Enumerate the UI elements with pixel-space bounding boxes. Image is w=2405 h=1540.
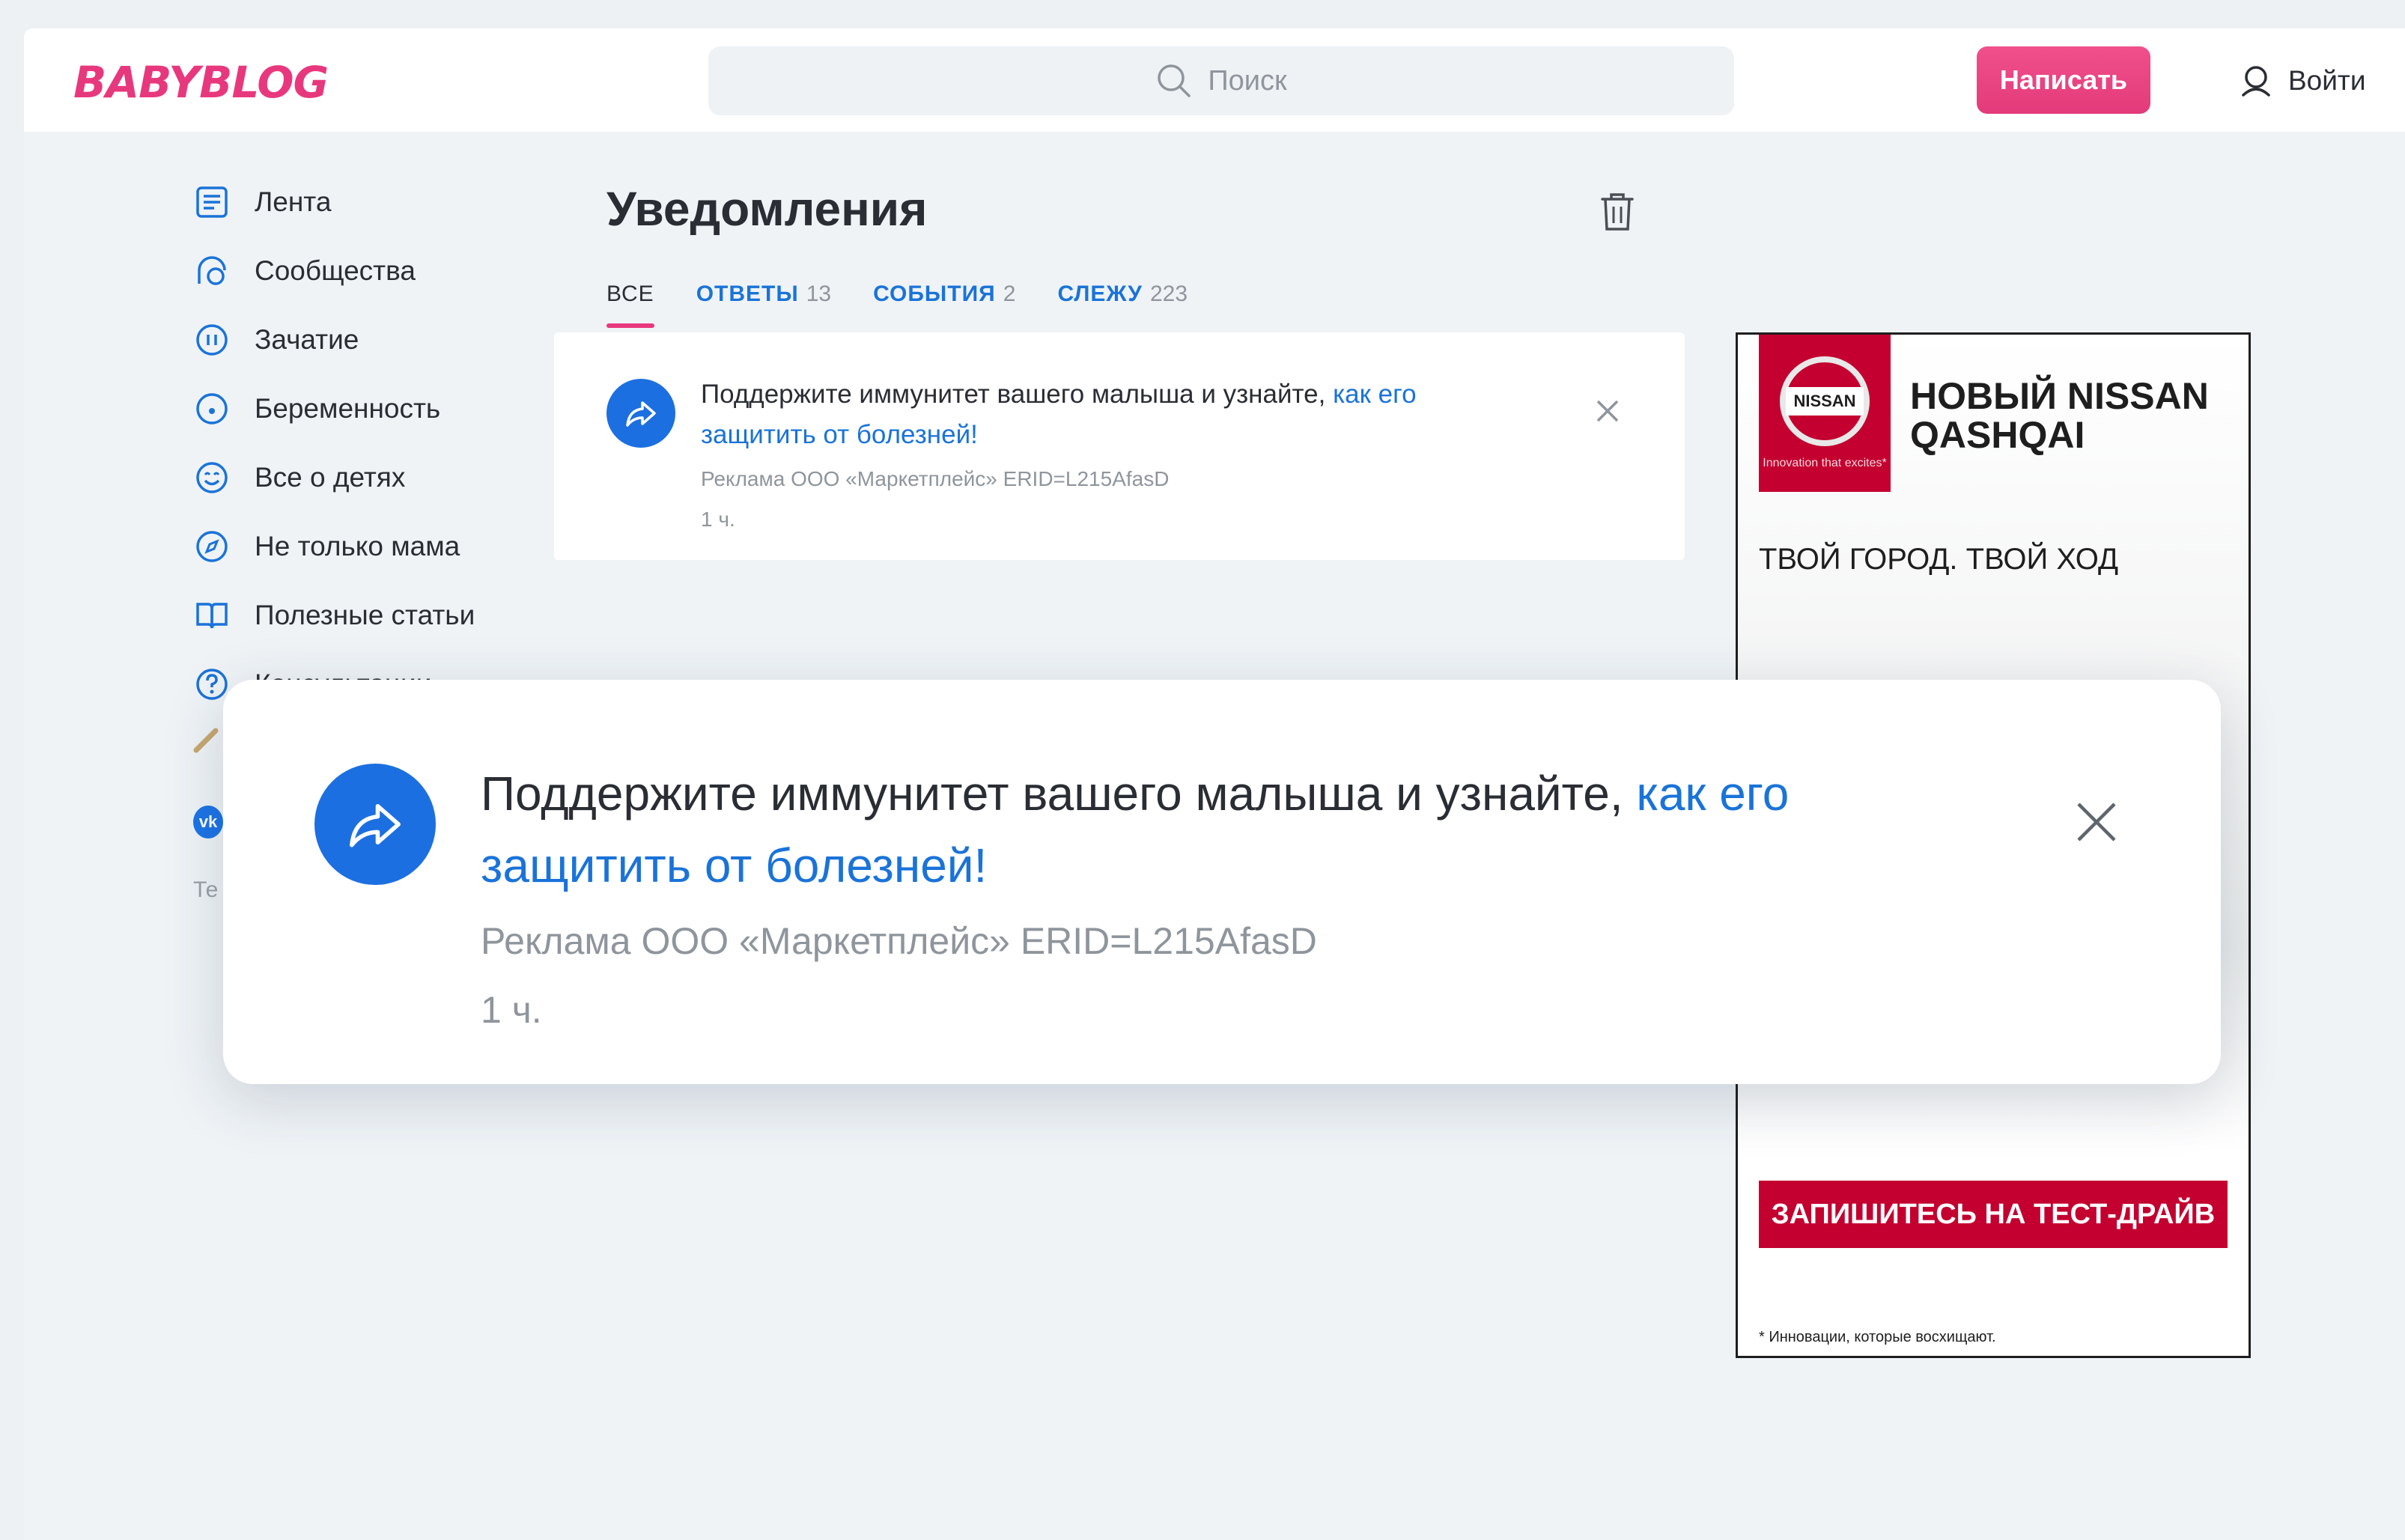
ad-slogan: ТВОЙ ГОРОД. ТВОЙ ХОД (1759, 543, 2119, 576)
sidebar-item-communities[interactable]: Сообщества (193, 237, 475, 305)
sidebar-item-pregnancy[interactable]: Беременность (193, 374, 475, 443)
pregnancy-icon (193, 390, 231, 427)
sidebar-item-label: Все о детях (255, 462, 406, 493)
sidebar-item-kids[interactable]: Все о детях (193, 443, 475, 512)
notification-time: 1 ч. (481, 989, 542, 1031)
sidebar-item-label: Зачатие (255, 324, 359, 355)
book-icon (193, 597, 231, 634)
login-label: Войти (2288, 65, 2366, 96)
close-icon[interactable] (2076, 801, 2117, 847)
notification-text: Поддержите иммунитет вашего малыша и узн… (481, 758, 1978, 901)
sidebar-item-label: Не только мама (255, 531, 460, 561)
notification-text: Поддержите иммунитет вашего малыша и узн… (701, 374, 1524, 455)
tab-following[interactable]: СЛЕЖУ 223 (1057, 281, 1188, 328)
notification-popup[interactable]: Поддержите иммунитет вашего малыша и узн… (223, 680, 2221, 1084)
sidebar-item-feed[interactable]: Лента (193, 168, 475, 237)
sidebar-item-label: Лента (255, 186, 332, 217)
conception-icon (193, 321, 231, 359)
notification-meta: Реклама ООО «Маркетплейс» ERID=L215AfasD (701, 467, 1170, 490)
sidebar-item-conception[interactable]: Зачатие (193, 305, 475, 374)
notification-message: Поддержите иммунитет вашего малыша и узн… (481, 767, 1637, 821)
brand-tagline: Innovation that excites* (1763, 457, 1887, 469)
sidebar-item-not-only-mom[interactable]: Не только мама (193, 512, 475, 581)
search-input[interactable]: Поиск (708, 46, 1734, 115)
tab-label: СОБЫТИЯ (873, 281, 996, 306)
top-header: BABYBLOG Поиск Написать Войти (24, 28, 2405, 132)
tab-label: ОТВЕТЫ (696, 281, 799, 306)
tab-count: 223 (1149, 281, 1188, 306)
notification-item[interactable]: Поддержите иммунитет вашего малыша и узн… (554, 332, 1685, 560)
tab-all[interactable]: ВСЕ (606, 281, 654, 328)
communities-icon (193, 252, 231, 290)
tab-label: СЛЕЖУ (1057, 281, 1143, 306)
test-drive-button[interactable]: ЗАПИШИТЕСЬ НА ТЕСТ-ДРАЙВ (1759, 1181, 2228, 1248)
tab-replies[interactable]: ОТВЕТЫ 13 (696, 281, 831, 328)
sidebar-item-label: Сообщества (255, 255, 416, 286)
feed-icon (193, 183, 231, 221)
nissan-badge: NISSAN (1780, 356, 1870, 446)
login-link[interactable]: Войти (2237, 58, 2366, 103)
close-icon[interactable] (1595, 398, 1620, 427)
notification-message: Поддержите иммунитет вашего малыша и узн… (701, 380, 1334, 409)
share-icon (314, 764, 436, 885)
sidebar-item-articles[interactable]: Полезные статьи (193, 581, 475, 650)
write-button[interactable]: Написать (1977, 46, 2150, 114)
notification-tabs: ВСЕ ОТВЕТЫ 13 СОБЫТИЯ 2 СЛЕЖУ 223 (606, 281, 1229, 328)
pencil-icon[interactable] (193, 717, 223, 762)
search-placeholder: Поиск (1208, 64, 1287, 97)
user-icon (2242, 66, 2270, 97)
page-title: Уведомления (606, 182, 928, 236)
nissan-logo: NISSAN Innovation that excites* (1759, 335, 1891, 492)
site-logo[interactable]: BABYBLOG (73, 57, 329, 108)
search-icon (1158, 64, 1191, 97)
brand-name: NISSAN (1786, 387, 1864, 416)
compass-icon (193, 528, 231, 565)
tab-label: ВСЕ (606, 281, 654, 306)
share-icon (606, 379, 675, 448)
notification-meta: Реклама ООО «Маркетплейс» ERID=L215AfasD (481, 920, 1317, 962)
tab-count: 13 (806, 281, 832, 306)
sidebar-item-label: Беременность (255, 393, 441, 424)
sidebar-footer-text[interactable]: Те (193, 877, 218, 903)
notification-time: 1 ч. (701, 508, 735, 531)
ad-headline: НОВЫЙ NISSAN QASHQAI (1910, 375, 2209, 456)
tab-events[interactable]: СОБЫТИЯ 2 (873, 281, 1015, 328)
trash-icon[interactable] (1598, 190, 1637, 237)
tab-count: 2 (1003, 281, 1016, 306)
sidebar-item-label: Полезные статьи (255, 600, 475, 630)
smile-icon (193, 459, 231, 496)
sidebar-nav: Лента Сообщества Зачатие Беременность Вс… (193, 168, 475, 719)
vk-icon[interactable]: vk (193, 806, 223, 839)
ad-footnote: * Инновации, которые восхищают. (1759, 1329, 1996, 1345)
